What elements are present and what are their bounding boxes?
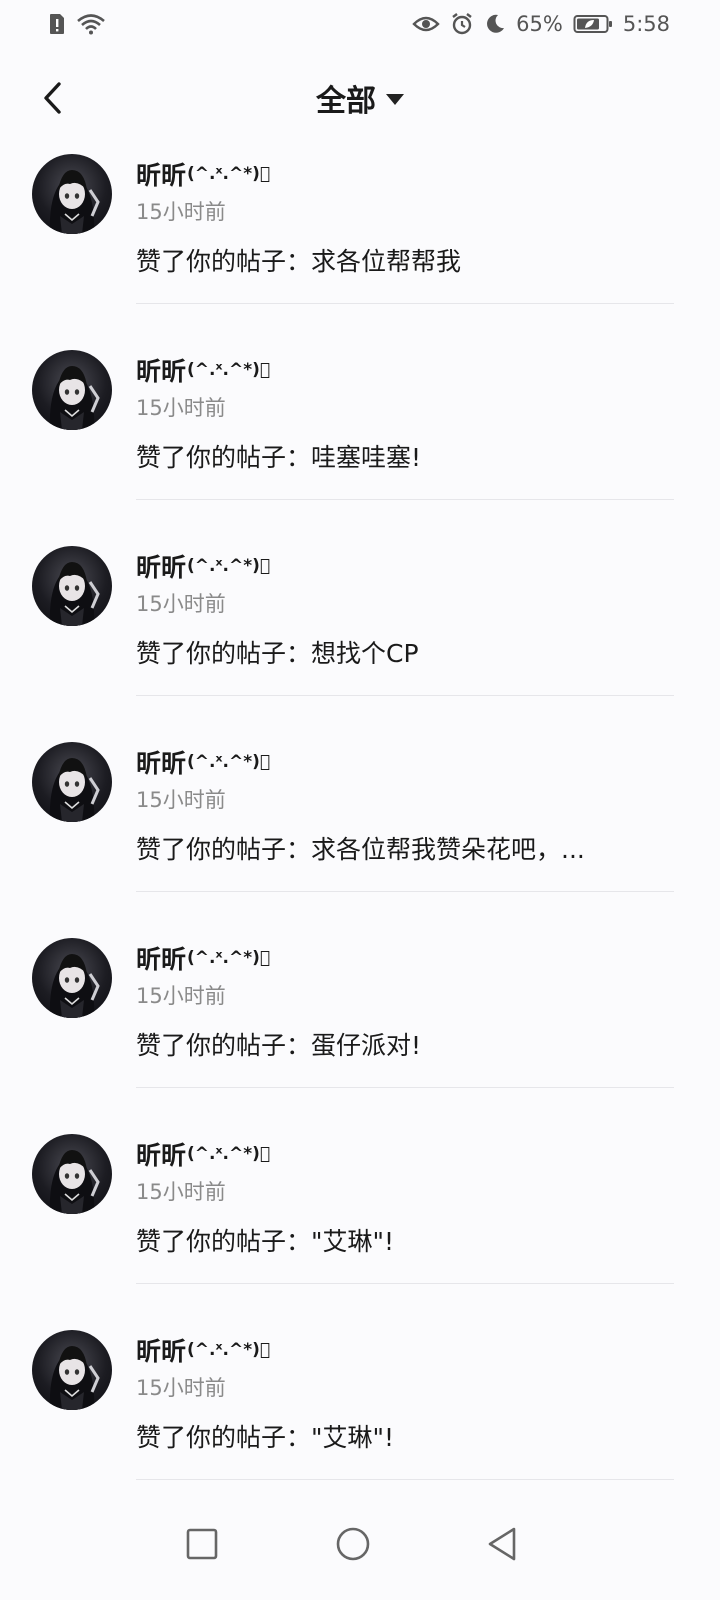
notification-text[interactable]: 赞了你的帖子："艾琳"! bbox=[136, 1418, 394, 1454]
notification-text[interactable]: 赞了你的帖子：哇塞哇塞! bbox=[136, 438, 421, 474]
timestamp: 15小时前 bbox=[136, 592, 226, 616]
user-name[interactable]: 昕昕 (^.ˣ.^*)゙ bbox=[136, 1330, 270, 1370]
eye-icon bbox=[412, 14, 440, 34]
user-name[interactable]: 昕昕 (^.ˣ.^*)゙ bbox=[136, 938, 270, 978]
notification-text[interactable]: 赞了你的帖子："艾琳"! bbox=[136, 1222, 394, 1258]
divider bbox=[136, 1479, 674, 1480]
user-name-emoticon: (^.ˣ.^*)゙ bbox=[187, 360, 271, 380]
timestamp: 15小时前 bbox=[136, 1376, 226, 1400]
back-button[interactable] bbox=[28, 74, 76, 122]
user-name-text: 昕昕 bbox=[136, 357, 187, 386]
avatar[interactable] bbox=[32, 546, 112, 626]
user-name-text: 昕昕 bbox=[136, 945, 187, 974]
user-name-text: 昕昕 bbox=[136, 553, 187, 582]
avatar[interactable] bbox=[32, 742, 112, 822]
user-name-emoticon: (^.ˣ.^*)゙ bbox=[187, 1144, 271, 1164]
recents-button[interactable] bbox=[172, 1514, 232, 1574]
battery-percent: 65% bbox=[516, 12, 563, 36]
user-name-emoticon: (^.ˣ.^*)゙ bbox=[187, 164, 271, 184]
user-name[interactable]: 昕昕 (^.ˣ.^*)゙ bbox=[136, 742, 270, 782]
notification-item[interactable]: 昕昕 (^.ˣ.^*)゙ 15小时前 赞了你的帖子：想找个CP bbox=[0, 542, 720, 738]
divider bbox=[136, 1087, 674, 1088]
status-left bbox=[48, 13, 106, 35]
user-name-emoticon: (^.ˣ.^*)゙ bbox=[187, 948, 271, 968]
user-name[interactable]: 昕昕 (^.ˣ.^*)゙ bbox=[136, 350, 270, 390]
notification-item[interactable]: 昕昕 (^.ˣ.^*)゙ 15小时前 赞了你的帖子：求各位帮我赞朵花吧，... bbox=[0, 738, 720, 934]
user-name-text: 昕昕 bbox=[136, 749, 187, 778]
divider bbox=[136, 303, 674, 304]
user-name-emoticon: (^.ˣ.^*)゙ bbox=[187, 752, 271, 772]
divider bbox=[136, 695, 674, 696]
notification-item[interactable]: 昕昕 (^.ˣ.^*)゙ 15小时前 赞了你的帖子："艾琳"! bbox=[0, 1130, 720, 1326]
user-name[interactable]: 昕昕 (^.ˣ.^*)゙ bbox=[136, 154, 270, 194]
header: 全部 bbox=[0, 58, 720, 138]
user-name-text: 昕昕 bbox=[136, 1141, 187, 1170]
notification-item[interactable]: 昕昕 (^.ˣ.^*)゙ 15小时前 赞了你的帖子：蛋仔派对! bbox=[0, 934, 720, 1130]
timestamp: 15小时前 bbox=[136, 396, 226, 420]
status-right: 65% 5:58 bbox=[412, 12, 670, 36]
recents-square-icon bbox=[186, 1528, 218, 1560]
home-circle-icon bbox=[336, 1527, 370, 1561]
notification-text[interactable]: 赞了你的帖子：蛋仔派对! bbox=[136, 1026, 421, 1062]
moon-icon bbox=[484, 13, 506, 35]
avatar[interactable] bbox=[32, 350, 112, 430]
notification-list: 昕昕 (^.ˣ.^*)゙ 15小时前 赞了你的帖子：求各位帮帮我 昕昕 (^.ˣ… bbox=[0, 150, 720, 1522]
avatar[interactable] bbox=[32, 938, 112, 1018]
notification-text[interactable]: 赞了你的帖子：求各位帮帮我 bbox=[136, 242, 461, 278]
timestamp: 15小时前 bbox=[136, 1180, 226, 1204]
filter-dropdown[interactable]: 全部 bbox=[316, 76, 404, 120]
user-name[interactable]: 昕昕 (^.ˣ.^*)゙ bbox=[136, 1134, 270, 1174]
page-title: 全部 bbox=[316, 84, 376, 119]
avatar[interactable] bbox=[32, 154, 112, 234]
user-name-text: 昕昕 bbox=[136, 1337, 187, 1366]
avatar[interactable] bbox=[32, 1134, 112, 1214]
nav-back-button[interactable] bbox=[472, 1514, 532, 1574]
notification-text[interactable]: 赞了你的帖子：求各位帮我赞朵花吧，... bbox=[136, 830, 585, 866]
notification-item[interactable]: 昕昕 (^.ˣ.^*)゙ 15小时前 赞了你的帖子：哇塞哇塞! bbox=[0, 346, 720, 542]
divider bbox=[136, 1283, 674, 1284]
avatar[interactable] bbox=[32, 1330, 112, 1410]
clock-time: 5:58 bbox=[622, 12, 670, 36]
timestamp: 15小时前 bbox=[136, 984, 226, 1008]
notification-text[interactable]: 赞了你的帖子：想找个CP bbox=[136, 634, 419, 670]
user-name-emoticon: (^.ˣ.^*)゙ bbox=[187, 1340, 271, 1360]
divider bbox=[136, 499, 674, 500]
notification-item[interactable]: 昕昕 (^.ˣ.^*)゙ 15小时前 赞了你的帖子：求各位帮帮我 bbox=[0, 150, 720, 346]
caret-down-icon bbox=[386, 93, 404, 105]
home-button[interactable] bbox=[323, 1514, 383, 1574]
user-name[interactable]: 昕昕 (^.ˣ.^*)゙ bbox=[136, 546, 270, 586]
timestamp: 15小时前 bbox=[136, 788, 226, 812]
back-triangle-icon bbox=[488, 1527, 516, 1561]
alarm-icon bbox=[450, 12, 474, 36]
system-nav-bar bbox=[0, 1492, 720, 1600]
divider bbox=[136, 891, 674, 892]
sim-alert-icon bbox=[48, 13, 66, 35]
battery-icon bbox=[573, 13, 613, 35]
user-name-text: 昕昕 bbox=[136, 161, 187, 190]
wifi-icon bbox=[76, 13, 106, 35]
status-bar: 65% 5:58 bbox=[0, 0, 720, 48]
timestamp: 15小时前 bbox=[136, 200, 226, 224]
user-name-emoticon: (^.ˣ.^*)゙ bbox=[187, 556, 271, 576]
back-arrow-icon bbox=[44, 82, 61, 114]
